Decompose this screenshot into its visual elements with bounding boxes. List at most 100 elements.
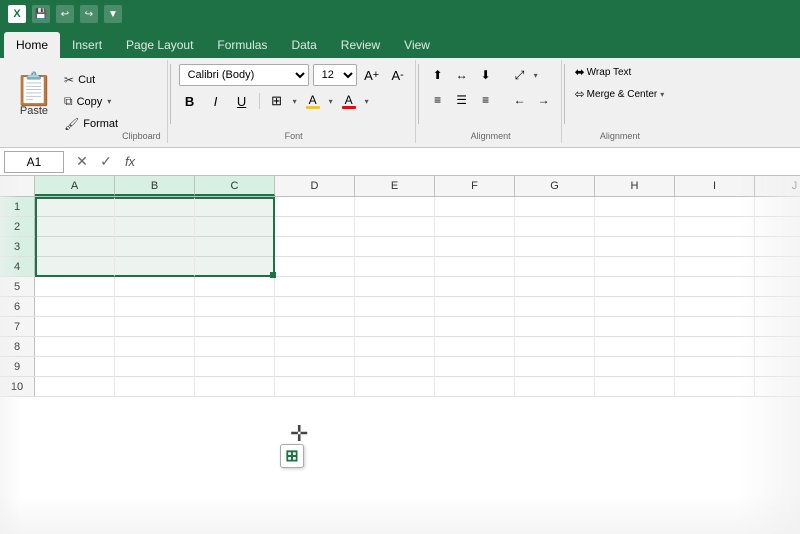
formula-confirm-icon[interactable]: ✓ (96, 153, 116, 170)
cell-B6[interactable] (115, 297, 195, 317)
customize-btn[interactable]: ▼ (104, 5, 122, 23)
col-header-D[interactable]: D (275, 176, 355, 196)
cell-G5[interactable] (515, 277, 595, 297)
cell-F6[interactable] (435, 297, 515, 317)
cell-A4[interactable] (35, 257, 115, 277)
italic-button[interactable]: I (205, 90, 227, 112)
undo-btn[interactable]: ↩ (56, 5, 74, 23)
cell-F7[interactable] (435, 317, 515, 337)
cell-F8[interactable] (435, 337, 515, 357)
align-top-button[interactable]: ⬆ (427, 64, 449, 86)
cell-C10[interactable] (195, 377, 275, 397)
font-size-select[interactable]: 12 (313, 64, 357, 86)
col-header-E[interactable]: E (355, 176, 435, 196)
cell-I6[interactable] (675, 297, 755, 317)
merge-center-button[interactable]: ⬄ Merge & Center ▾ (571, 84, 670, 104)
align-middle-button[interactable]: ↔ (451, 64, 473, 86)
cell-B9[interactable] (115, 357, 195, 377)
cell-J4[interactable] (755, 257, 800, 277)
cell-A8[interactable] (35, 337, 115, 357)
cell-H1[interactable] (595, 197, 675, 217)
redo-btn[interactable]: ↪ (80, 5, 98, 23)
tab-page-layout[interactable]: Page Layout (114, 32, 205, 58)
cell-E8[interactable] (355, 337, 435, 357)
cell-I2[interactable] (675, 217, 755, 237)
col-header-G[interactable]: G (515, 176, 595, 196)
align-center-button[interactable]: ☰ (451, 89, 473, 111)
cell-D9[interactable] (275, 357, 355, 377)
tab-view[interactable]: View (392, 32, 442, 58)
increase-font-btn[interactable]: A+ (361, 64, 383, 86)
angle-dropdown[interactable]: ▾ (533, 71, 539, 80)
cell-E10[interactable] (355, 377, 435, 397)
cell-I8[interactable] (675, 337, 755, 357)
col-header-A[interactable]: A (35, 176, 115, 196)
cell-J2[interactable] (755, 217, 800, 237)
cell-A7[interactable] (35, 317, 115, 337)
cell-F5[interactable] (435, 277, 515, 297)
border-dropdown[interactable]: ▾ (292, 97, 298, 106)
indent-decrease-button[interactable]: ← (509, 89, 531, 111)
cell-E5[interactable] (355, 277, 435, 297)
col-header-H[interactable]: H (595, 176, 675, 196)
cell-C4[interactable] (195, 257, 275, 277)
cell-H10[interactable] (595, 377, 675, 397)
font-family-select[interactable]: Calibri (Body) (179, 64, 309, 86)
col-header-J[interactable]: J (755, 176, 800, 196)
cell-B7[interactable] (115, 317, 195, 337)
cell-B5[interactable] (115, 277, 195, 297)
tab-formulas[interactable]: Formulas (205, 32, 279, 58)
cell-A5[interactable] (35, 277, 115, 297)
cell-H2[interactable] (595, 217, 675, 237)
cell-C7[interactable] (195, 317, 275, 337)
cell-A2[interactable] (35, 217, 115, 237)
cell-J7[interactable] (755, 317, 800, 337)
cell-C3[interactable] (195, 237, 275, 257)
col-header-B[interactable]: B (115, 176, 195, 196)
cell-A10[interactable] (35, 377, 115, 397)
cell-G4[interactable] (515, 257, 595, 277)
align-bottom-button[interactable]: ⬇ (475, 64, 497, 86)
cell-D1[interactable] (275, 197, 355, 217)
cell-E1[interactable] (355, 197, 435, 217)
cell-B1[interactable] (115, 197, 195, 217)
cell-H6[interactable] (595, 297, 675, 317)
cell-D3[interactable] (275, 237, 355, 257)
cell-A6[interactable] (35, 297, 115, 317)
wrap-text-button[interactable]: ⬌ Wrap Text (571, 62, 670, 82)
underline-button[interactable]: U (231, 90, 253, 112)
cell-C5[interactable] (195, 277, 275, 297)
cell-I10[interactable] (675, 377, 755, 397)
cell-E9[interactable] (355, 357, 435, 377)
cell-I7[interactable] (675, 317, 755, 337)
cell-H7[interactable] (595, 317, 675, 337)
cell-F2[interactable] (435, 217, 515, 237)
cell-H5[interactable] (595, 277, 675, 297)
formula-input[interactable] (148, 151, 796, 173)
cell-B10[interactable] (115, 377, 195, 397)
cell-C9[interactable] (195, 357, 275, 377)
flash-fill-icon[interactable]: ⊞ (280, 444, 304, 468)
cell-H8[interactable] (595, 337, 675, 357)
indent-increase-button[interactable]: → (533, 89, 555, 111)
cell-H9[interactable] (595, 357, 675, 377)
cell-B3[interactable] (115, 237, 195, 257)
cell-F9[interactable] (435, 357, 515, 377)
cell-D8[interactable] (275, 337, 355, 357)
cell-C8[interactable] (195, 337, 275, 357)
cell-I5[interactable] (675, 277, 755, 297)
cell-G1[interactable] (515, 197, 595, 217)
cell-D4[interactable] (275, 257, 355, 277)
fill-color-button[interactable]: A (302, 90, 324, 112)
cell-F4[interactable] (435, 257, 515, 277)
save-btn[interactable]: 💾 (32, 5, 50, 23)
cell-E7[interactable] (355, 317, 435, 337)
cell-I1[interactable] (675, 197, 755, 217)
cell-C2[interactable] (195, 217, 275, 237)
cell-B4[interactable] (115, 257, 195, 277)
cell-J1[interactable] (755, 197, 800, 217)
col-header-C[interactable]: C (195, 176, 275, 196)
cell-E2[interactable] (355, 217, 435, 237)
border-button[interactable]: ⊞ (266, 90, 288, 112)
cell-I4[interactable] (675, 257, 755, 277)
